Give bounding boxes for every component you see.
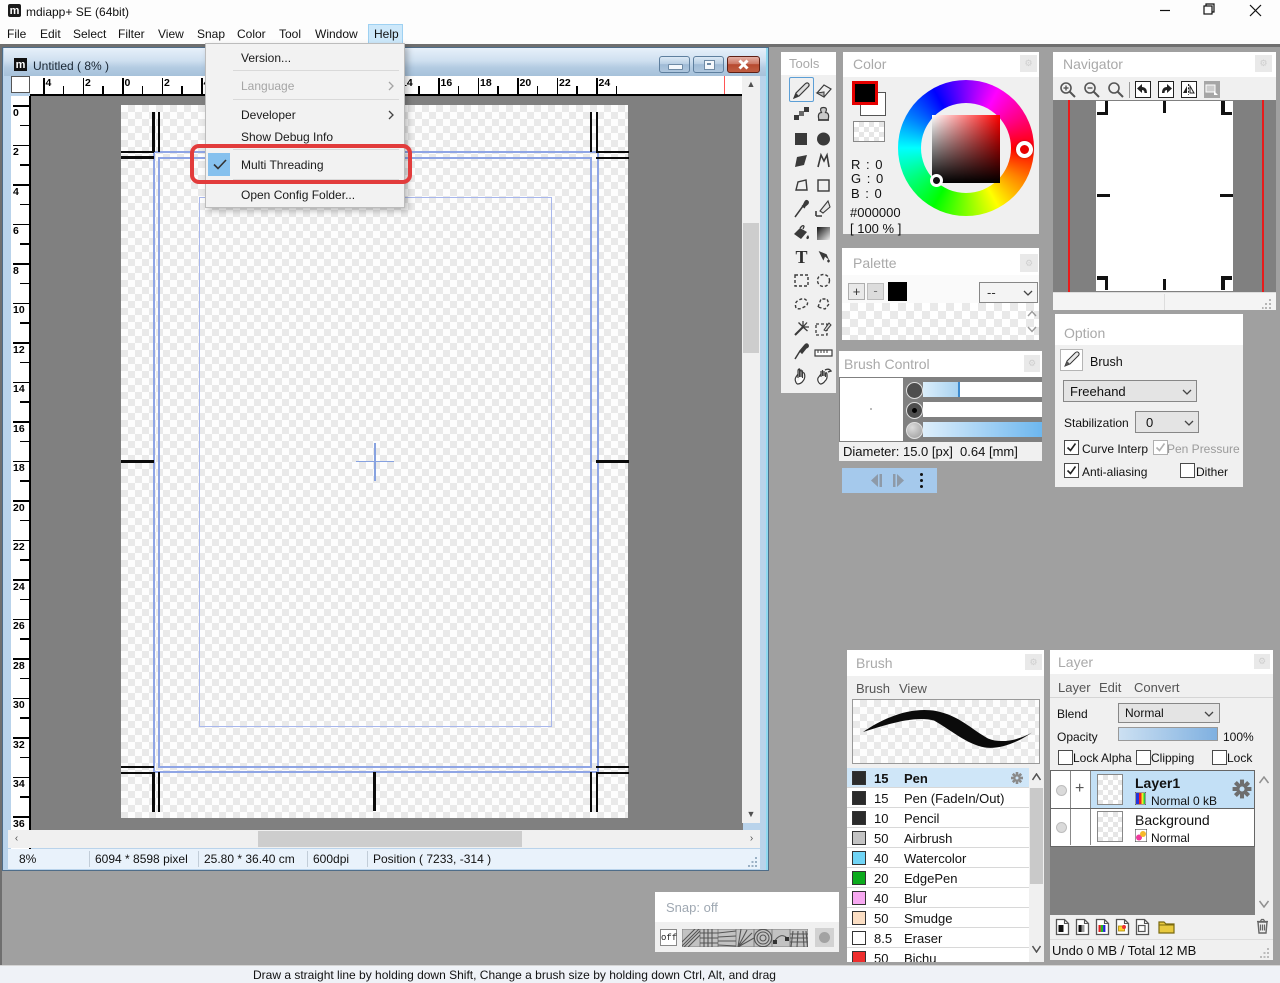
- svg-text:T: T: [795, 247, 807, 267]
